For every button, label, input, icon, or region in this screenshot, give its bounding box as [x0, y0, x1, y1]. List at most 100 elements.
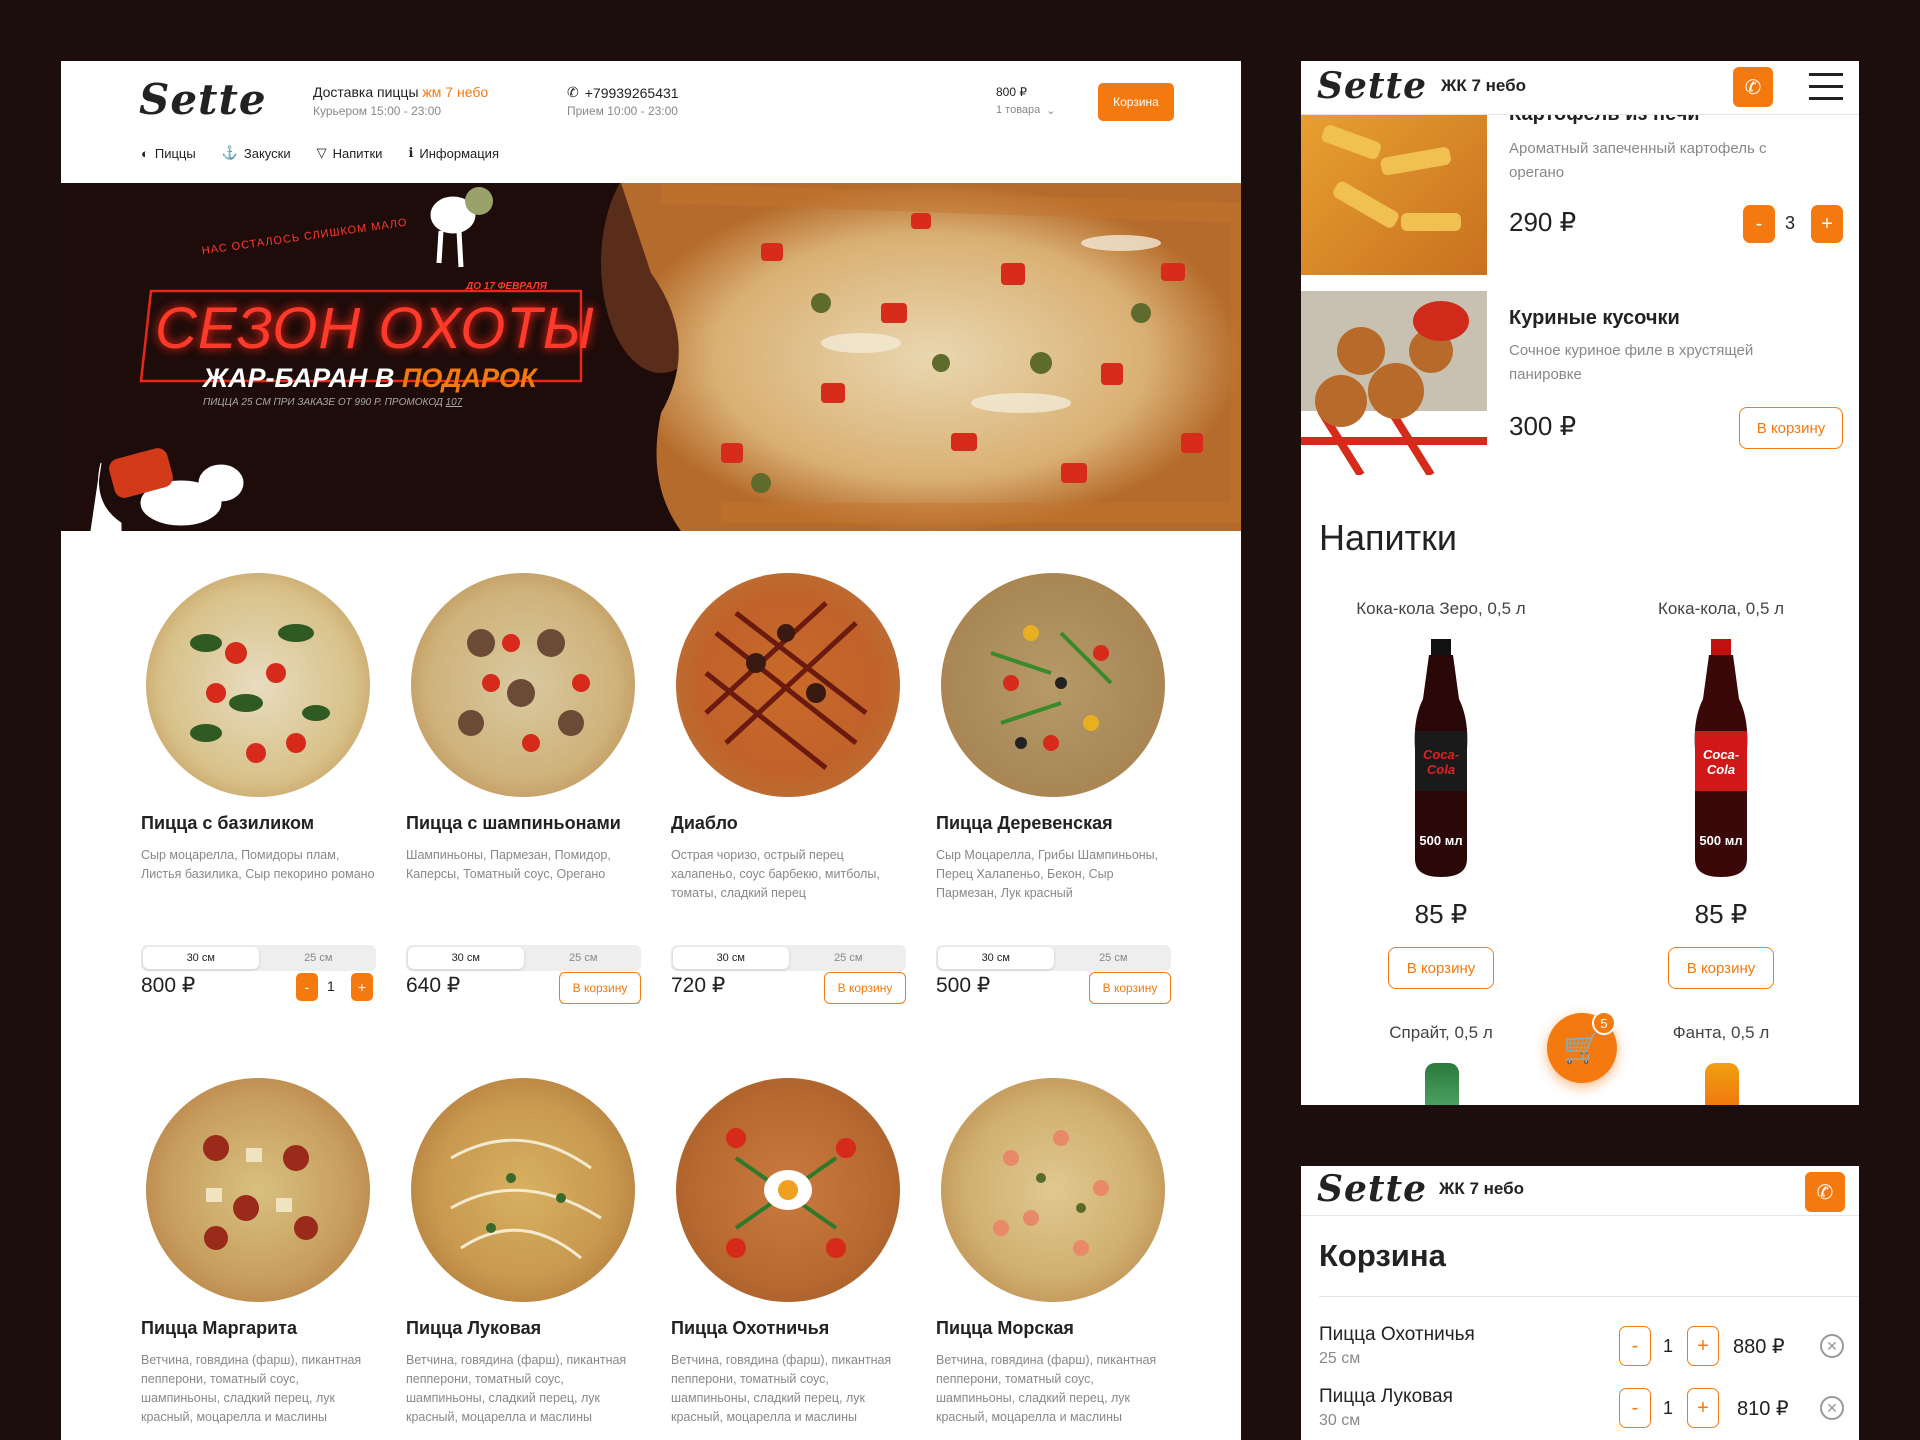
pizza-description: Ветчина, говядина (фарш), пикантная пепп…: [406, 1353, 627, 1424]
snack-description: Ароматный запеченный картофель с орегано: [1509, 140, 1767, 181]
size-option-25[interactable]: 25 см: [1056, 945, 1172, 971]
phone-call-button[interactable]: ✆: [1805, 1172, 1845, 1212]
promo-banner[interactable]: НАС ОСТАЛОСЬ СЛИШКОМ МАЛО ДО 17 ФЕВРАЛЯ …: [61, 183, 1241, 531]
nav-label: Пиццы: [154, 145, 196, 161]
quantity-value: 1: [1663, 1336, 1674, 1356]
hamburger-menu-icon[interactable]: [1809, 71, 1843, 101]
increase-button[interactable]: +: [351, 973, 373, 1001]
cart-item-price: 880 ₽: [1733, 1336, 1785, 1358]
banner-subtitle: ЖАР-БАРАН В ПОДАРОК: [203, 363, 537, 394]
add-to-cart-button[interactable]: В корзину: [559, 972, 641, 1004]
nav-label: Закуски: [243, 145, 291, 161]
courier-hours: Курьером 15:00 - 23:00: [313, 104, 442, 118]
phone-hours: Прием 10:00 - 23:00: [567, 104, 678, 118]
drink-image[interactable]: Coca-Cola 500 мл: [1409, 639, 1473, 879]
drink-price: 85 ₽: [1694, 899, 1748, 929]
snack-description: Сочное куриное филе в хрустящей панировк…: [1509, 342, 1754, 383]
cart-total: 800 ₽: [996, 85, 1027, 99]
pizza-image[interactable]: [146, 1078, 370, 1302]
snack-price: 300 ₽: [1509, 411, 1577, 441]
mobile-header: Sette ЖК 7 небо ✆: [1301, 61, 1859, 115]
pizza-image[interactable]: [676, 573, 900, 797]
remove-item-icon[interactable]: ✕: [1820, 1334, 1844, 1358]
size-option-30[interactable]: 30 см: [673, 947, 789, 969]
pizza-image[interactable]: [941, 1078, 1165, 1302]
decrease-button[interactable]: -: [1619, 1388, 1651, 1428]
cart-icon: 🛒: [1563, 1031, 1601, 1065]
nav-item-snacks[interactable]: ⚓ Закуски: [222, 145, 291, 161]
nav-label: Напитки: [332, 145, 383, 161]
pizza-image[interactable]: [676, 1078, 900, 1302]
snack-image[interactable]: [1301, 113, 1487, 275]
pizza-toppings: [993, 1130, 1109, 1256]
decrease-button[interactable]: -: [296, 973, 318, 1001]
phone-block[interactable]: ✆ +79939265431: [567, 84, 679, 101]
banner-fine-print: ПИЦЦА 25 СМ ПРИ ЗАКАЗЕ ОТ 990 Р. ПРОМОКО…: [203, 397, 462, 408]
fanta-bottle[interactable]: [1705, 1063, 1739, 1105]
increase-button[interactable]: +: [1687, 1326, 1719, 1366]
location-label[interactable]: ЖК 7 небо: [1441, 76, 1526, 96]
size-selector: 30 см 25 см: [141, 945, 376, 971]
size-option-25[interactable]: 25 см: [261, 945, 377, 971]
cart-badge: 5: [1592, 1011, 1616, 1035]
fries-photo: [1321, 125, 1461, 231]
cocktail-icon: ▽: [316, 145, 327, 160]
size-selector: 30 см 25 см: [406, 945, 641, 971]
sprite-bottle[interactable]: [1425, 1063, 1459, 1105]
pizza-image[interactable]: [146, 573, 370, 797]
nav-item-info[interactable]: ℹ Информация: [408, 145, 499, 161]
pizza-description: Сыр моцарелла, Помидоры плам, Листья баз…: [141, 848, 375, 881]
bottle-volume: 500 мл: [1699, 833, 1743, 848]
pizza-description: Ветчина, говядина (фарш), пикантная пепп…: [671, 1353, 892, 1424]
add-to-cart-button[interactable]: В корзину: [824, 972, 906, 1004]
cart-summary[interactable]: 1 товара ⌄: [996, 104, 1056, 117]
phone-call-button[interactable]: ✆: [1733, 67, 1773, 107]
pizza-image[interactable]: [411, 1078, 635, 1302]
pizza-description: Шампиньоны, Пармезан, Помидор, Каперсы, …: [406, 848, 611, 881]
pizza-image[interactable]: [941, 573, 1165, 797]
cart-item-size: 25 см: [1319, 1350, 1361, 1367]
location-label[interactable]: ЖК 7 небо: [1439, 1179, 1524, 1199]
pizza-description: Острая чоризо, острый перец халапеньо, с…: [671, 848, 880, 900]
snack-image[interactable]: [1301, 291, 1487, 475]
desktop-page: Sette Доставка пиццы жм 7 небо Курьером …: [61, 61, 1241, 1440]
increase-button[interactable]: +: [1811, 205, 1843, 243]
drink-name: Кока-кола, 0,5 л: [1657, 599, 1785, 618]
remove-item-icon[interactable]: ✕: [1820, 1396, 1844, 1420]
cart-button[interactable]: Корзина: [1098, 83, 1174, 121]
nav-item-pizzas[interactable]: ◐ Пиццы: [141, 145, 196, 161]
logo[interactable]: Sette: [139, 75, 267, 124]
add-to-cart-button[interactable]: В корзину: [1739, 407, 1843, 449]
pizza-toppings: [990, 625, 1113, 751]
logo[interactable]: Sette: [1317, 1168, 1427, 1210]
pizza-toppings: [450, 1138, 602, 1260]
decrease-button[interactable]: -: [1619, 1326, 1651, 1366]
increase-button[interactable]: +: [1687, 1388, 1719, 1428]
size-option-25[interactable]: 25 см: [526, 945, 642, 971]
pizza-name: Диабло: [671, 813, 738, 833]
size-option-30[interactable]: 30 см: [143, 947, 259, 969]
add-to-cart-button[interactable]: В корзину: [1089, 972, 1171, 1004]
decrease-button[interactable]: -: [1743, 205, 1775, 243]
add-to-cart-button[interactable]: В корзину: [1668, 947, 1774, 989]
quantity-value: 1: [327, 978, 335, 994]
snack-price: 290 ₽: [1509, 207, 1577, 237]
banner-date: ДО 17 ФЕВРАЛЯ: [466, 281, 547, 292]
size-selector: 30 см 25 см: [671, 945, 906, 971]
pizza-toppings: [203, 1135, 318, 1250]
drink-image[interactable]: Coca-Cola 500 мл: [1689, 639, 1753, 879]
quantity-value: 3: [1785, 213, 1796, 233]
logo[interactable]: Sette: [1317, 65, 1427, 107]
add-to-cart-button[interactable]: В корзину: [1388, 947, 1494, 989]
delivery-location[interactable]: жм 7 небо: [422, 84, 488, 100]
divider: [1319, 1296, 1859, 1297]
phone-icon: ✆: [567, 84, 579, 100]
size-option-25[interactable]: 25 см: [791, 945, 907, 971]
nav-item-drinks[interactable]: ▽ Напитки: [317, 145, 383, 161]
pizza-image[interactable]: [411, 573, 635, 797]
size-option-30[interactable]: 30 см: [408, 947, 524, 969]
pizza-toppings: [190, 624, 330, 763]
bottle-volume: 500 мл: [1419, 833, 1463, 848]
size-option-30[interactable]: 30 см: [938, 947, 1054, 969]
pizza-toppings: [726, 1128, 856, 1258]
